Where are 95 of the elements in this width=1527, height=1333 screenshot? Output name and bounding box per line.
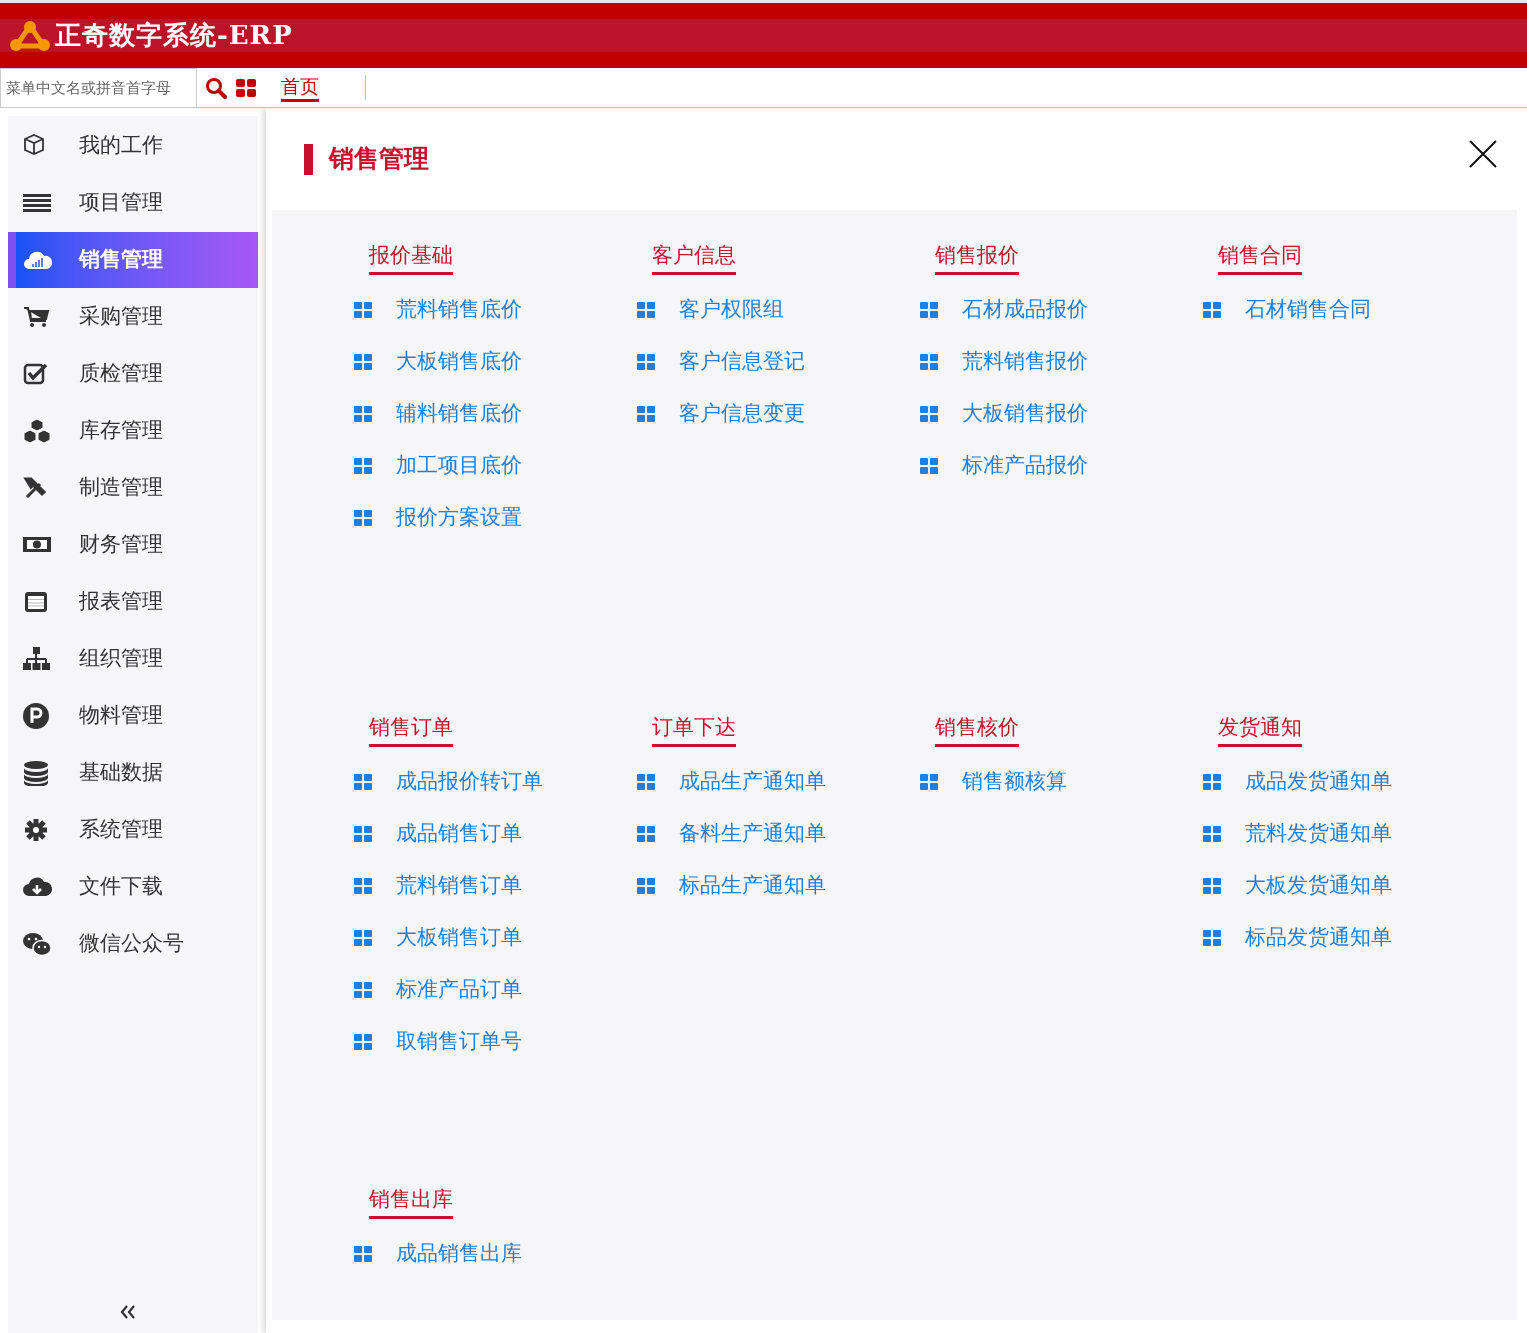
grid-icon bbox=[637, 406, 655, 422]
panel-title: 销售管理 bbox=[329, 143, 429, 176]
grid-icon bbox=[637, 302, 655, 318]
menu-link[interactable]: 石材销售合同 bbox=[1203, 284, 1486, 336]
sidebar-item[interactable]: 财务管理 bbox=[8, 517, 258, 573]
logo-icon bbox=[9, 19, 51, 52]
cart-icon bbox=[22, 304, 52, 330]
menu-link[interactable]: 客户权限组 bbox=[637, 284, 920, 336]
grid-icon bbox=[920, 774, 938, 790]
cubes-icon bbox=[22, 418, 52, 444]
sidebar-item[interactable]: 销售管理 bbox=[8, 232, 258, 288]
grid-icon bbox=[354, 930, 372, 946]
search-icon[interactable] bbox=[205, 76, 227, 99]
menu-link[interactable]: 成品生产通知单 bbox=[637, 756, 920, 808]
grid-icon bbox=[1203, 826, 1221, 842]
group-heading: 报价基础 bbox=[369, 240, 453, 275]
grid-icon bbox=[1203, 302, 1221, 318]
menu-link[interactable]: 大板销售底价 bbox=[354, 336, 637, 388]
menu-link[interactable]: 取销售订单号 bbox=[354, 1016, 637, 1068]
sidebar-item[interactable]: 物料管理 bbox=[8, 688, 258, 744]
menu-link[interactable]: 大板销售报价 bbox=[920, 388, 1203, 440]
grid-icon bbox=[354, 302, 372, 318]
grid-icon bbox=[920, 458, 938, 474]
menu-link[interactable]: 报价方案设置 bbox=[354, 492, 637, 544]
grid-icon bbox=[637, 878, 655, 894]
sidebar-item[interactable]: 文件下载 bbox=[8, 859, 258, 915]
menu-link[interactable]: 标准产品订单 bbox=[354, 964, 637, 1016]
sidebar-item[interactable]: 项目管理 bbox=[8, 175, 258, 231]
sidebar-item[interactable]: 采购管理 bbox=[8, 289, 258, 345]
menu-link[interactable]: 标品发货通知单 bbox=[1203, 912, 1486, 964]
group-heading: 销售出库 bbox=[369, 1184, 453, 1219]
menu-link[interactable]: 成品报价转订单 bbox=[354, 756, 637, 808]
menu-link[interactable]: 荒料发货通知单 bbox=[1203, 808, 1486, 860]
grid-icon bbox=[354, 826, 372, 842]
menu-link[interactable]: 标品生产通知单 bbox=[637, 860, 920, 912]
group-heading: 订单下达 bbox=[652, 712, 736, 747]
sidebar-item[interactable]: 组织管理 bbox=[8, 631, 258, 687]
sidebar-item[interactable]: 基础数据 bbox=[8, 745, 258, 801]
sidebar-item[interactable]: 制造管理 bbox=[8, 460, 258, 516]
tab[interactable]: 首页 bbox=[281, 73, 319, 102]
collapse-icon[interactable] bbox=[120, 1305, 136, 1319]
menu-link[interactable]: 成品发货通知单 bbox=[1203, 756, 1486, 808]
grid-icon bbox=[1203, 930, 1221, 946]
grid-icon bbox=[637, 354, 655, 370]
grid-icon bbox=[354, 982, 372, 998]
search-field[interactable]: 菜单中文名或拼音首字母 bbox=[0, 67, 197, 108]
menu-link[interactable]: 荒料销售报价 bbox=[920, 336, 1203, 388]
grid-icon bbox=[920, 302, 938, 318]
grid-icon bbox=[354, 510, 372, 526]
menu-link[interactable]: 标准产品报价 bbox=[920, 440, 1203, 492]
grid-icon bbox=[354, 774, 372, 790]
title-accent-bar bbox=[304, 143, 313, 175]
menu-link[interactable]: 客户信息登记 bbox=[637, 336, 920, 388]
sidebar-item[interactable]: 库存管理 bbox=[8, 403, 258, 459]
menu-link[interactable]: 大板发货通知单 bbox=[1203, 860, 1486, 912]
menu-link[interactable]: 辅料销售底价 bbox=[354, 388, 637, 440]
grid-icon bbox=[354, 406, 372, 422]
group-heading: 销售核价 bbox=[935, 712, 1019, 747]
menu-link[interactable]: 大板销售订单 bbox=[354, 912, 637, 964]
menu-link[interactable]: 备料生产通知单 bbox=[637, 808, 920, 860]
group-heading: 发货通知 bbox=[1218, 712, 1302, 747]
grid-icon bbox=[354, 1034, 372, 1050]
grid-icon bbox=[1203, 878, 1221, 894]
menu-link[interactable]: 成品销售出库 bbox=[354, 1228, 637, 1280]
menu-link[interactable]: 荒料销售订单 bbox=[354, 860, 637, 912]
group-heading: 客户信息 bbox=[652, 240, 736, 275]
group-heading: 销售订单 bbox=[369, 712, 453, 747]
close-icon[interactable] bbox=[1469, 140, 1497, 168]
grid-icon bbox=[637, 826, 655, 842]
sidebar-item[interactable]: 微信公众号 bbox=[8, 916, 258, 972]
menu-link[interactable]: 石材成品报价 bbox=[920, 284, 1203, 336]
sidebar-item[interactable]: 质检管理 bbox=[8, 346, 258, 402]
grid-icon bbox=[354, 458, 372, 474]
grid-icon bbox=[920, 406, 938, 422]
grid-icon bbox=[1203, 774, 1221, 790]
sidebar-item[interactable]: 我的工作 bbox=[8, 118, 258, 174]
menu-link[interactable]: 销售额核算 bbox=[920, 756, 1203, 808]
menu-link[interactable]: 成品销售订单 bbox=[354, 808, 637, 860]
circle-p-icon bbox=[22, 703, 52, 729]
grid-icon[interactable] bbox=[236, 78, 256, 97]
grid-icon bbox=[920, 354, 938, 370]
org-chart-icon bbox=[22, 646, 52, 672]
chat-icon bbox=[22, 931, 52, 957]
group-heading: 销售报价 bbox=[935, 240, 1019, 275]
sidebar-item[interactable]: 报表管理 bbox=[8, 574, 258, 630]
group-heading: 销售合同 bbox=[1218, 240, 1302, 275]
menu-link[interactable]: 客户信息变更 bbox=[637, 388, 920, 440]
grid-icon bbox=[637, 774, 655, 790]
app-title: 正奇数字系统-ERP bbox=[55, 19, 293, 52]
grid-icon bbox=[354, 878, 372, 894]
grid-icon bbox=[354, 354, 372, 370]
menu-link[interactable]: 荒料销售底价 bbox=[354, 284, 637, 336]
sidebar-item[interactable]: 系统管理 bbox=[8, 802, 258, 858]
grid-icon bbox=[354, 1246, 372, 1262]
menu-link[interactable]: 加工项目底价 bbox=[354, 440, 637, 492]
